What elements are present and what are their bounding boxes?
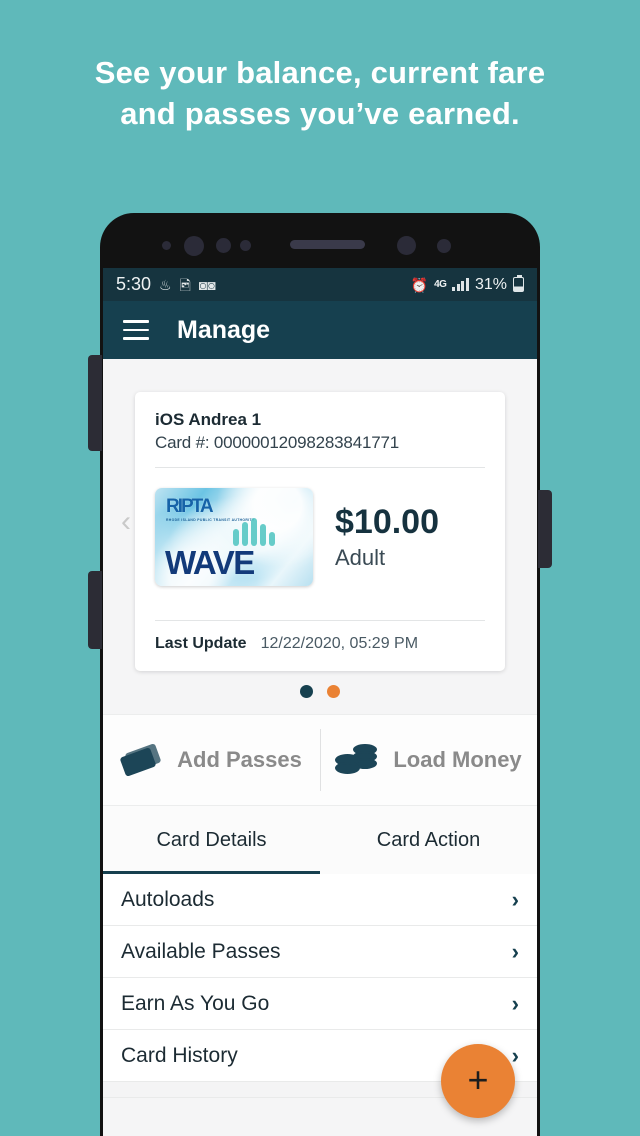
network-type-label: 4G [434, 279, 447, 290]
chevron-right-icon: › [511, 990, 519, 1016]
chevron-right-icon: › [511, 938, 519, 964]
pager-dot-1[interactable] [300, 685, 313, 698]
battery-percent-label: 31% [474, 275, 507, 293]
promo-headline-line-2: and passes you’ve earned. [120, 96, 520, 131]
volume-up-button[interactable] [88, 355, 102, 451]
volume-down-button[interactable] [88, 571, 102, 649]
secondary-camera-icon [397, 236, 416, 255]
list-item-label: Card History [121, 1043, 238, 1067]
list-item-label: Available Passes [121, 939, 281, 963]
status-time: 5:30 [116, 274, 152, 294]
light-sensor-icon [240, 240, 251, 251]
tab-card-action-label: Card Action [376, 828, 481, 851]
card-carousel: ‹ iOS Andrea 1 Card #: 00000012098283841… [103, 359, 537, 714]
pager-dot-2[interactable] [327, 685, 340, 698]
phone-screen: 5:30 ♨ 🖻 ◙◙ ⏰ 4G 31% Manage ‹ iOS Andrea… [103, 268, 537, 1136]
quick-actions-bar: Add Passes Load Money [103, 714, 537, 806]
sensor-icon [162, 241, 171, 250]
card-body: RIPTA RHODE ISLAND PUBLIC TRANSIT AUTHOR… [155, 468, 485, 606]
list-item-available-passes[interactable]: Available Passes › [103, 926, 537, 978]
proximity-sensor-icon [216, 238, 231, 253]
ticket-icon [119, 743, 162, 777]
image-icon: 🖻 [179, 276, 191, 293]
tab-card-action[interactable]: Card Action [320, 806, 537, 874]
phone-device-frame: 5:30 ♨ 🖻 ◙◙ ⏰ 4G 31% Manage ‹ iOS Andrea… [88, 213, 552, 1136]
wave-card-art: RIPTA RHODE ISLAND PUBLIC TRANSIT AUTHOR… [155, 488, 313, 586]
load-money-button[interactable]: Load Money [320, 715, 537, 805]
phone-top-bezel [100, 213, 540, 268]
carousel-pager [103, 671, 537, 714]
power-button[interactable] [538, 490, 552, 568]
card-nickname: iOS Andrea 1 [155, 410, 262, 429]
status-bar: 5:30 ♨ 🖻 ◙◙ ⏰ 4G 31% [103, 268, 537, 301]
last-update-row: Last Update 12/22/2020, 05:29 PM [155, 621, 485, 671]
tab-card-details-label: Card Details [156, 828, 267, 851]
wave-graphic-icon [233, 518, 275, 546]
hamburger-menu-icon[interactable] [123, 320, 149, 340]
coins-icon [335, 743, 378, 777]
tab-bar: Card Details Card Action [103, 806, 537, 874]
list-item-autoloads[interactable]: Autoloads › [103, 874, 537, 926]
battery-icon [513, 275, 524, 292]
page-title: Manage [177, 315, 271, 344]
add-passes-button[interactable]: Add Passes [103, 715, 320, 805]
ripta-brand-text: RIPTA [166, 496, 214, 517]
signal-bars-icon [452, 278, 469, 291]
plus-icon: + [467, 1058, 489, 1100]
chevron-left-icon[interactable]: ‹ [121, 507, 131, 537]
add-card-fab[interactable]: + [441, 1044, 515, 1118]
load-money-label: Load Money [393, 747, 522, 772]
chevron-right-icon: › [511, 1042, 519, 1068]
last-update-label: Last Update [155, 635, 247, 652]
list-item-earn-as-you-go[interactable]: Earn As You Go › [103, 978, 537, 1030]
card-number: Card #: 00000012098283841771 [155, 433, 399, 452]
front-camera-icon [184, 236, 204, 256]
earpiece-speaker [290, 240, 365, 249]
transit-card-panel[interactable]: iOS Andrea 1 Card #: 0000001209828384177… [135, 392, 505, 671]
wave-wordmark: WAVE [165, 544, 255, 581]
promo-headline: See your balance, current fare and passe… [0, 52, 640, 134]
list-item-label: Autoloads [121, 887, 215, 911]
last-update-value: 12/22/2020, 05:29 PM [260, 635, 419, 652]
app-bar: Manage [103, 301, 537, 359]
promo-headline-line-1: See your balance, current fare [94, 55, 546, 90]
hotspot-icon: ♨ [159, 276, 172, 293]
chevron-right-icon: › [511, 886, 519, 912]
add-passes-label: Add Passes [177, 747, 302, 772]
tab-card-details[interactable]: Card Details [103, 806, 320, 874]
alarm-icon: ⏰ [410, 276, 429, 293]
card-balance: $10.00 [335, 502, 439, 541]
led-indicator-icon [437, 239, 451, 253]
incognito-icon: ◙◙ [198, 276, 216, 293]
balance-block: $10.00 Adult [335, 503, 439, 571]
list-item-label: Earn As You Go [121, 991, 270, 1015]
card-fare-type: Adult [335, 545, 386, 571]
